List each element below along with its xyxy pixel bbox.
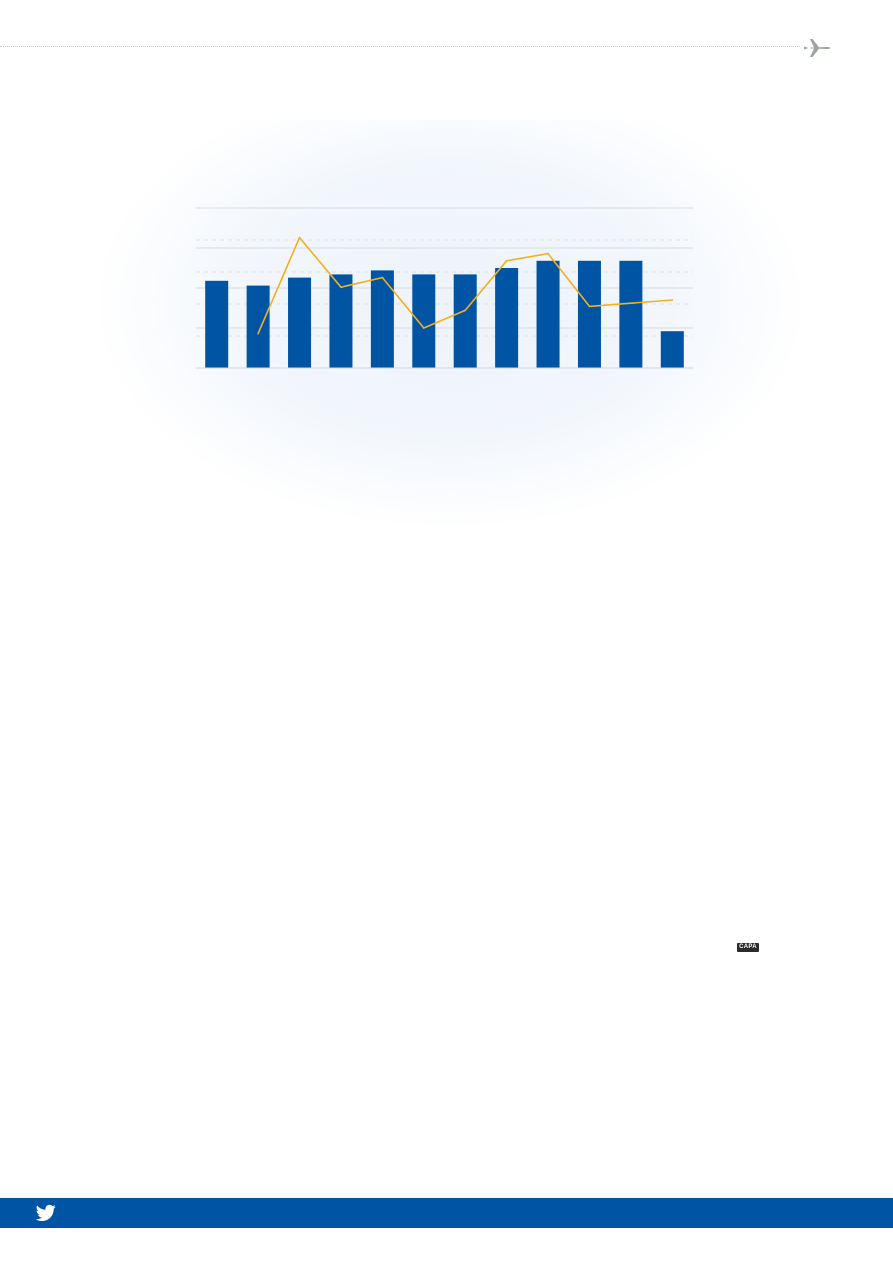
chart-panel — [100, 120, 800, 525]
bar — [660, 331, 684, 368]
combo-chart — [196, 207, 693, 369]
bar — [536, 260, 560, 368]
line-point — [505, 259, 508, 262]
footer-bar — [0, 1198, 893, 1228]
bar — [619, 260, 643, 368]
line-point — [257, 332, 260, 335]
plane-icon — [804, 39, 831, 57]
capa-logo-text: CAPA — [739, 944, 757, 950]
capa-logo: CAPA — [737, 943, 759, 952]
bar — [205, 280, 229, 368]
top-dotted-rule — [0, 46, 800, 47]
line-point — [671, 299, 674, 301]
bar — [577, 260, 601, 368]
bar — [246, 285, 270, 368]
bar — [412, 274, 436, 368]
line-point — [629, 302, 632, 305]
bar — [370, 270, 394, 368]
bar — [288, 277, 312, 368]
line-point — [588, 305, 591, 308]
line-point — [547, 252, 549, 255]
bar — [329, 274, 353, 368]
bar — [453, 274, 477, 368]
twitter-icon[interactable] — [36, 1204, 56, 1222]
line-point — [422, 327, 425, 329]
line-point — [340, 286, 342, 289]
line-point — [381, 276, 384, 279]
bar — [495, 268, 519, 368]
line-point — [298, 236, 301, 239]
line-point — [464, 309, 467, 312]
